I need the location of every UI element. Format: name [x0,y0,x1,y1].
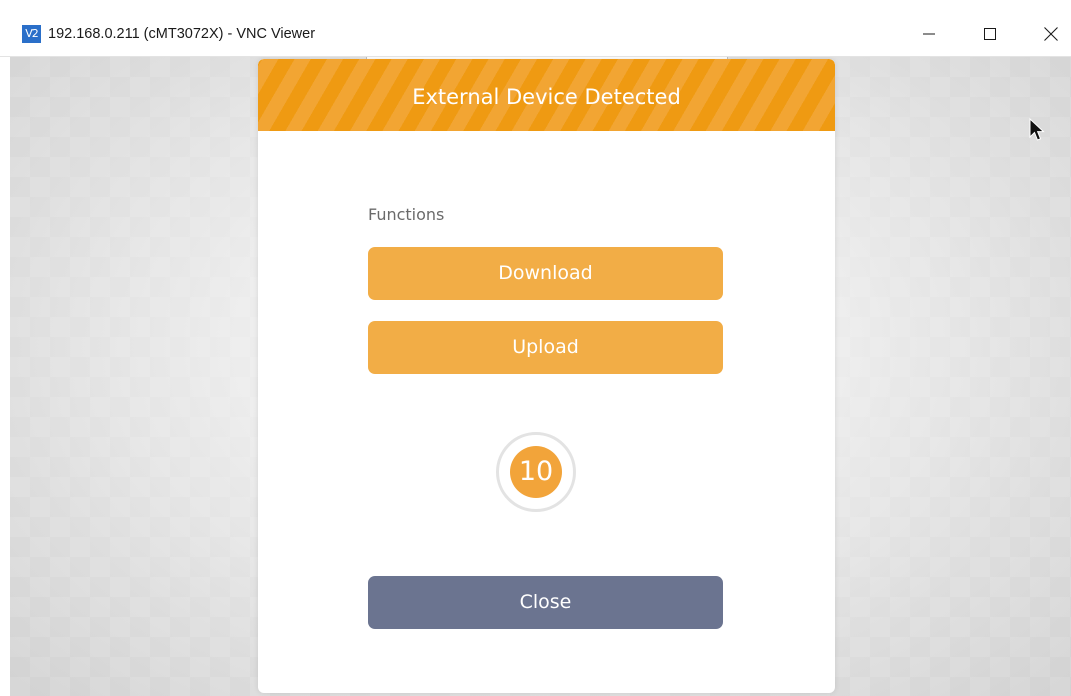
close-window-button[interactable] [1028,12,1071,56]
close-icon [1044,27,1058,41]
maximize-button[interactable] [967,12,1013,56]
minimize-button[interactable] [906,12,952,56]
minimize-icon [923,33,935,35]
external-device-dialog: External Device Detected Functions Downl… [258,59,835,693]
vnc-app-icon: V2 [22,25,41,43]
download-button[interactable]: Download [368,247,723,300]
dialog-title: External Device Detected [412,85,681,109]
remote-screen[interactable]: External Device Detected Functions Downl… [10,57,1071,696]
functions-label: Functions [368,205,445,224]
countdown-timer: 10 [496,432,576,512]
mouse-cursor-icon [1029,118,1045,141]
title-bar[interactable]: V2 192.168.0.211 (cMT3072X) - VNC Viewer [0,12,1071,57]
upload-button[interactable]: Upload [368,321,723,374]
maximize-icon [984,28,996,40]
vnc-viewer-window: V2 192.168.0.211 (cMT3072X) - VNC Viewer [0,0,1071,696]
close-button[interactable]: Close [368,576,723,629]
window-title: 192.168.0.211 (cMT3072X) - VNC Viewer [48,26,316,42]
countdown-value: 10 [510,446,562,498]
